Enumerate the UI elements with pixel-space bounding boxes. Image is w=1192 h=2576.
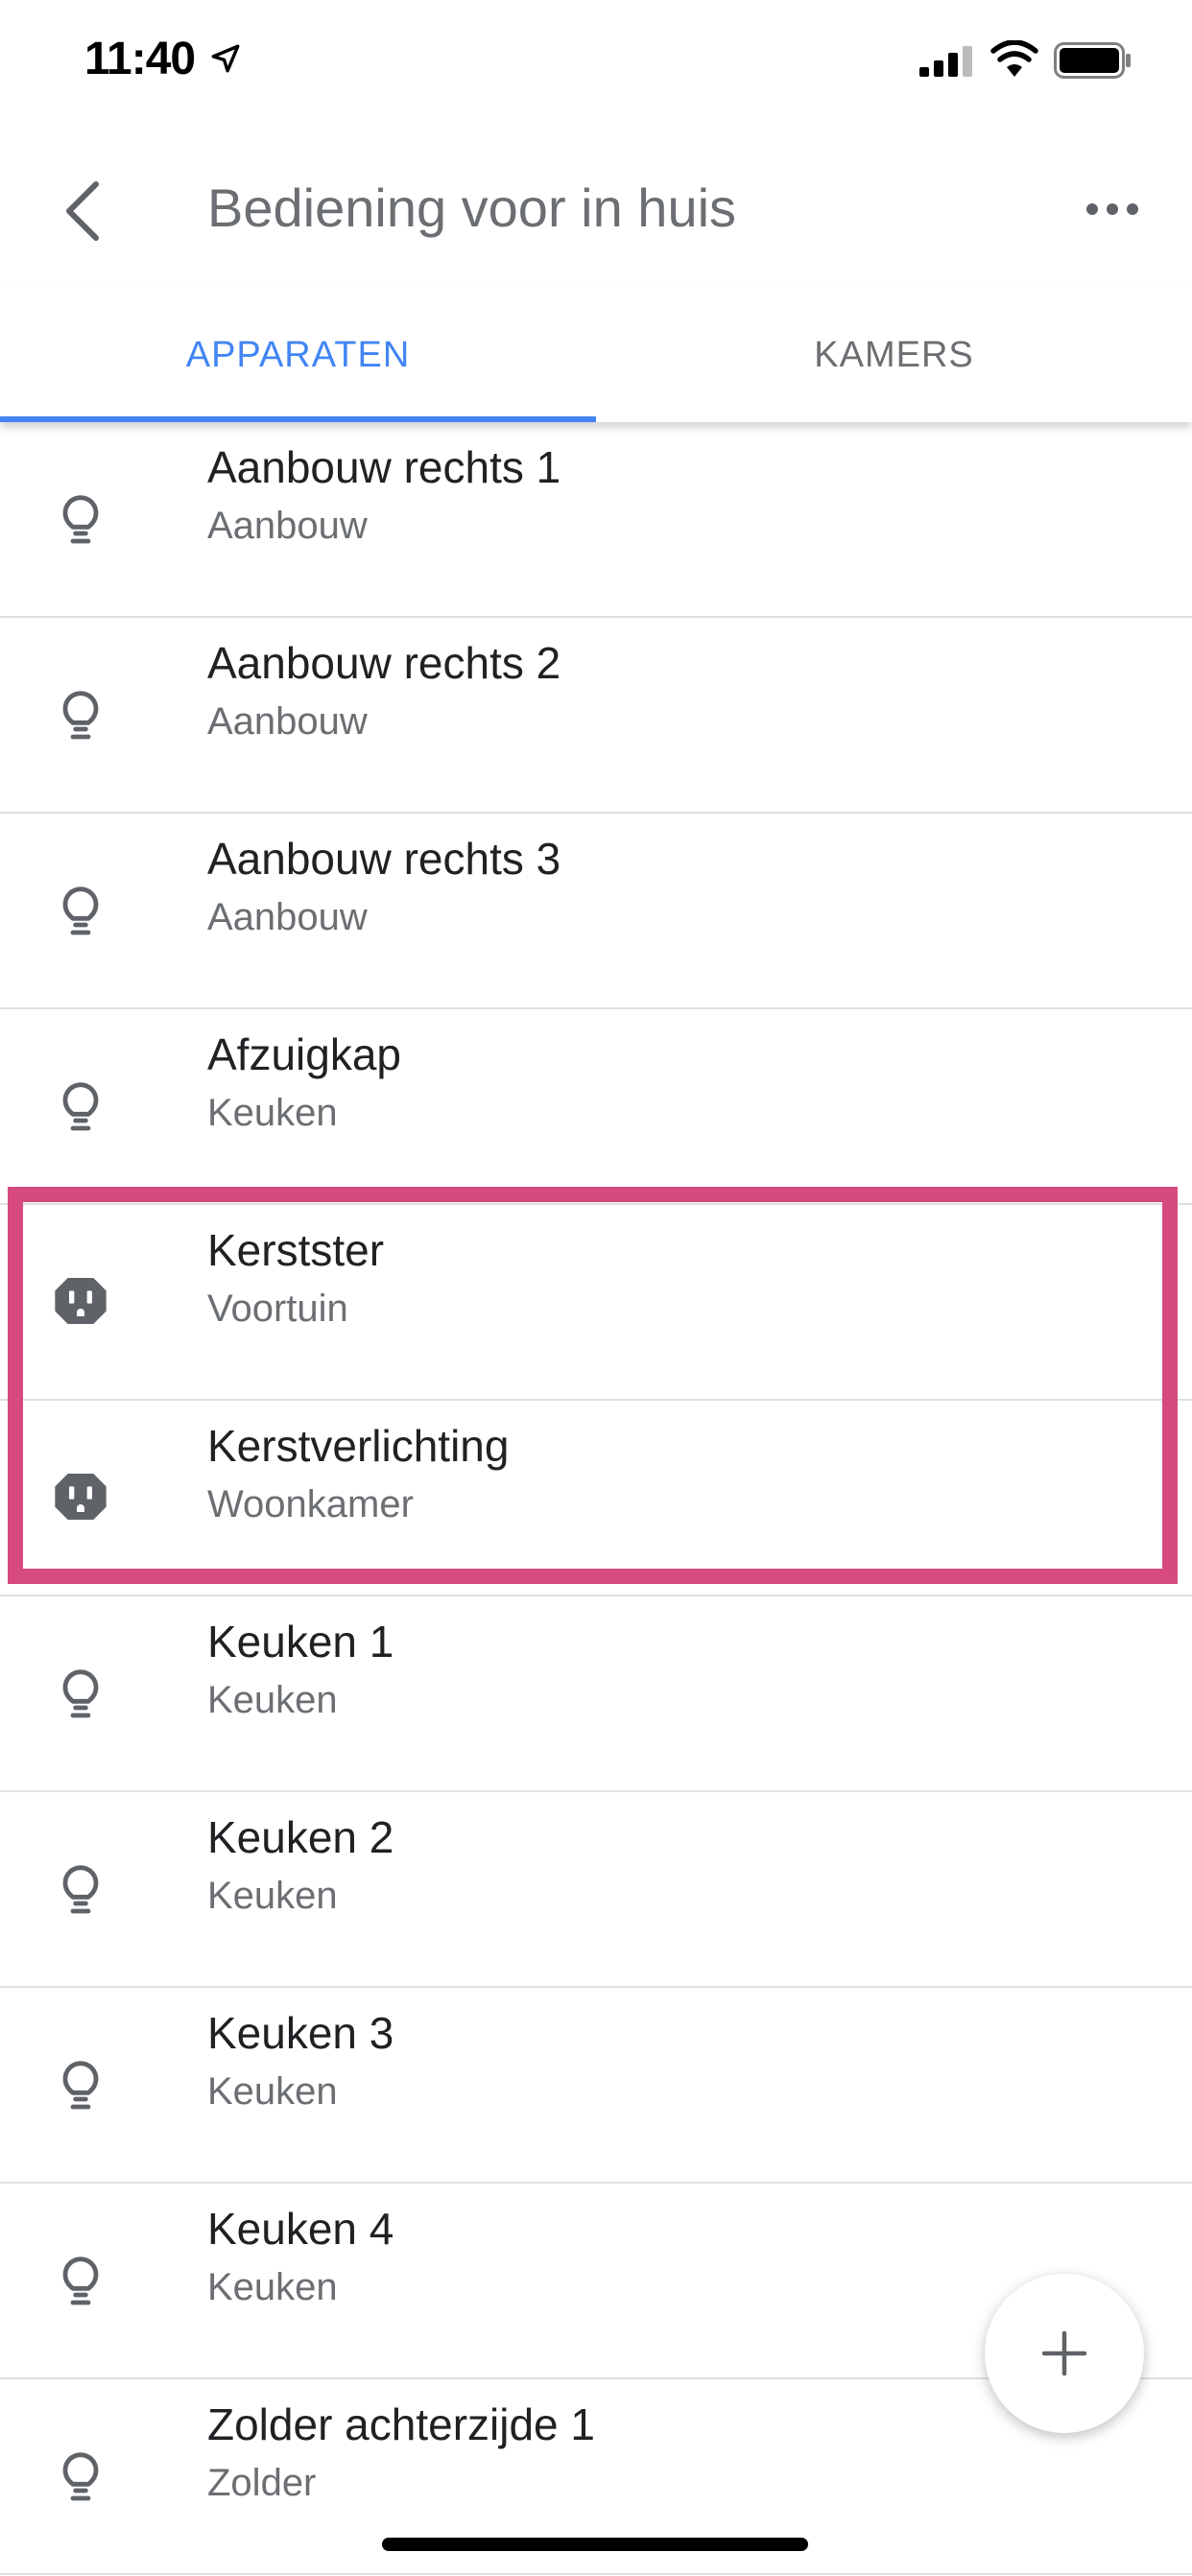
list-item[interactable]: Keuken 3 Keuken (0, 1988, 1192, 2184)
lightbulb-icon (62, 886, 99, 935)
device-name: Aanbouw rechts 2 (207, 638, 561, 688)
tab-bar: APPARATEN KAMERS (0, 288, 1192, 422)
status-time: 11:40 (84, 34, 196, 84)
tab-kamers[interactable]: KAMERS (596, 288, 1192, 422)
lightbulb-icon (62, 495, 99, 544)
device-room: Aanbouw (207, 896, 368, 938)
device-room: Aanbouw (207, 700, 368, 743)
add-device-button[interactable] (985, 2274, 1144, 2433)
device-room: Aanbouw (207, 505, 368, 547)
back-arrow-icon (66, 181, 99, 241)
device-name: Keuken 3 (207, 2008, 394, 2058)
lightbulb-icon (62, 1865, 99, 1914)
more-options-button[interactable] (1079, 190, 1146, 228)
lightbulb-icon (62, 2257, 99, 2305)
lightbulb-icon (62, 1082, 99, 1131)
list-item[interactable]: Keuken 1 Keuken (0, 1596, 1192, 1792)
device-name: Keuken 2 (207, 1812, 394, 1862)
lightbulb-icon (62, 2061, 99, 2110)
back-button[interactable] (54, 175, 111, 248)
highlight-box (8, 1187, 1178, 1584)
device-name: Keuken 4 (207, 2204, 394, 2254)
tab-apparaten[interactable]: APPARATEN (0, 288, 596, 422)
list-item[interactable]: Aanbouw rechts 1 Aanbouw (0, 422, 1192, 618)
battery-icon (1054, 42, 1131, 79)
lightbulb-icon (62, 2452, 99, 2501)
list-item[interactable]: Afzuigkap Keuken (0, 1009, 1192, 1205)
device-room: Keuken (207, 2070, 338, 2113)
lightbulb-icon (62, 1669, 99, 1718)
device-room: Zolder (207, 2462, 317, 2504)
list-item[interactable]: Aanbouw rechts 2 Aanbouw (0, 618, 1192, 814)
list-item[interactable]: Keuken 2 Keuken (0, 1792, 1192, 1988)
device-room: Keuken (207, 1679, 338, 1721)
device-name: Zolder achterzijde 1 (207, 2399, 595, 2449)
location-arrow-icon (211, 44, 240, 73)
device-name: Afzuigkap (207, 1029, 402, 1079)
status-bar: 11:40 (0, 0, 1192, 125)
device-room: Keuken (207, 1875, 338, 1917)
active-tab-indicator (0, 416, 596, 422)
device-name: Keuken 1 (207, 1617, 394, 1666)
page-title: Bediening voor in huis (207, 177, 737, 238)
app-header: Bediening voor in huis (0, 125, 1192, 288)
plus-icon (1041, 2330, 1087, 2376)
list-item[interactable]: Aanbouw rechts 3 Aanbouw (0, 814, 1192, 1009)
device-room: Keuken (207, 1092, 338, 1134)
device-name: Aanbouw rechts 3 (207, 834, 561, 884)
device-room: Keuken (207, 2266, 338, 2308)
device-name: Aanbouw rechts 1 (207, 442, 561, 492)
more-horizontal-icon (1086, 203, 1138, 215)
cellular-signal-icon (919, 46, 972, 77)
home-indicator[interactable] (382, 2538, 808, 2551)
lightbulb-icon (62, 691, 99, 740)
wifi-icon (990, 40, 1038, 77)
